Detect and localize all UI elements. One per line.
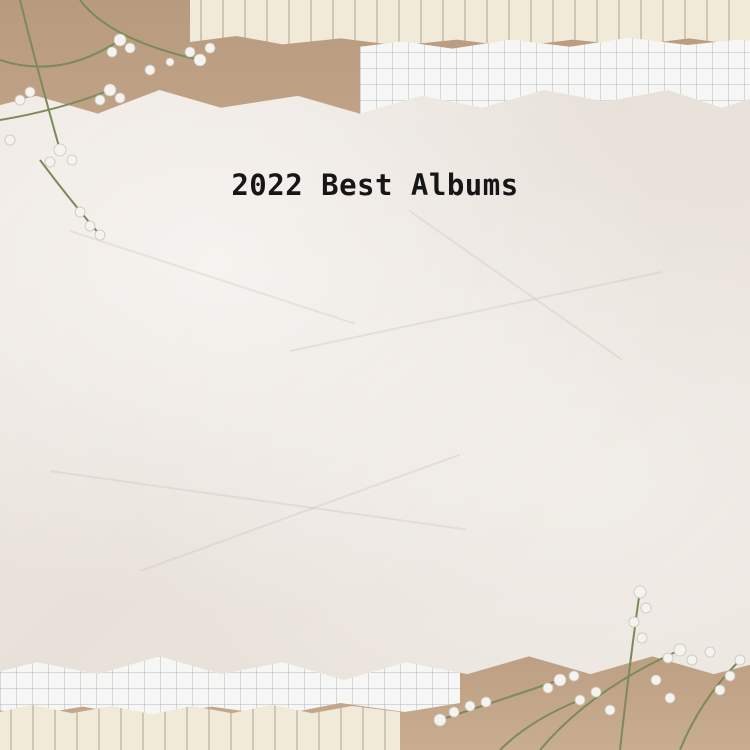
dried-flowers-top-left-icon [0,0,216,241]
dried-flowers-bottom-right-icon [433,585,746,750]
page-title: 2022 Best Albums [231,168,519,202]
collage-canvas: 2022 Best Albums [0,0,750,750]
